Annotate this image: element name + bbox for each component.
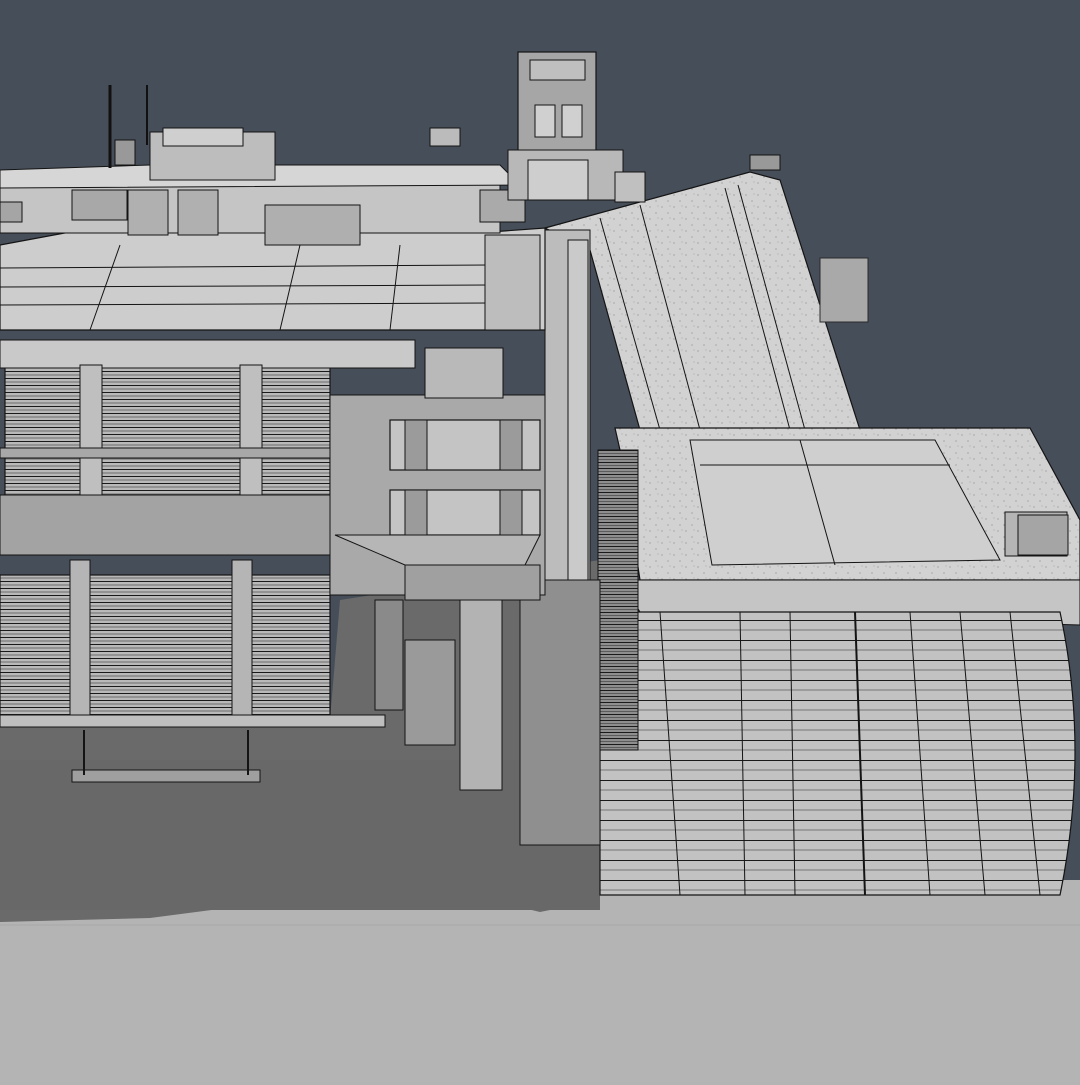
louver-block-upper (4, 364, 331, 496)
scene-render (0, 51, 1080, 1085)
side-fin (819, 257, 869, 323)
3d-viewport[interactable] (0, 0, 1080, 1085)
sloped-deck (543, 171, 861, 431)
louver-block-lower (0, 574, 331, 721)
cylindrical-hull (599, 611, 1076, 896)
